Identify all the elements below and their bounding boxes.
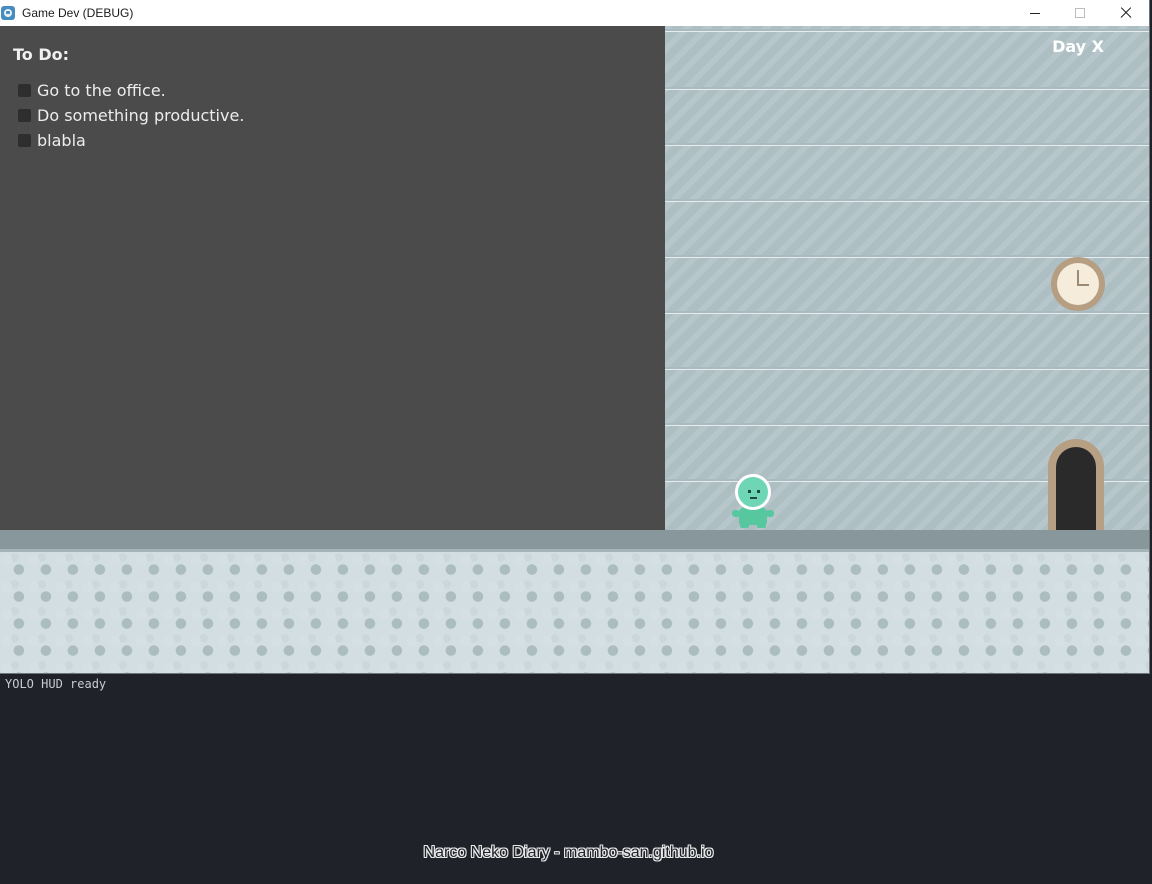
godot-app-icon <box>1 6 15 20</box>
character-arm <box>766 510 774 517</box>
ground-floor <box>0 552 1149 673</box>
todo-item-label: blabla <box>37 131 86 150</box>
day-label: Day X <box>1052 37 1104 56</box>
credit-text: Narco Neko Diary - mambo-san.github.io <box>423 844 714 861</box>
floor-tiles <box>0 552 1149 673</box>
game-window: Game Dev (DEBUG) To Do: Go to the office… <box>0 0 1150 674</box>
close-button[interactable] <box>1103 0 1149 26</box>
game-scene: Day X <box>665 26 1149 532</box>
character-foot <box>757 522 766 528</box>
player-character[interactable] <box>730 474 776 530</box>
character-eye <box>748 490 751 493</box>
character-foot <box>740 522 749 528</box>
door-icon[interactable] <box>1048 439 1104 532</box>
character-head <box>735 474 771 510</box>
door-opening <box>1056 447 1096 532</box>
clock-face <box>1057 263 1099 305</box>
todo-item-label: Do something productive. <box>37 106 245 125</box>
maximize-button[interactable] <box>1057 0 1103 26</box>
todo-checkbox[interactable] <box>18 134 31 147</box>
ground-edge <box>0 530 1149 552</box>
title-bar: Game Dev (DEBUG) <box>0 0 1149 27</box>
todo-checkbox[interactable] <box>18 109 31 122</box>
hud-status: YOLO HUD ready <box>5 677 107 691</box>
wall-clock-icon <box>1051 257 1105 311</box>
todo-item-label: Go to the office. <box>37 81 166 100</box>
todo-title: To Do: <box>13 45 70 64</box>
window-title: Game Dev (DEBUG) <box>22 6 134 20</box>
character-mouth <box>750 497 757 499</box>
todo-checkbox[interactable] <box>18 84 31 97</box>
character-eye <box>757 490 760 493</box>
minimize-button[interactable] <box>1012 0 1058 26</box>
todo-panel: To Do: Go to the office. Do something pr… <box>0 26 665 530</box>
